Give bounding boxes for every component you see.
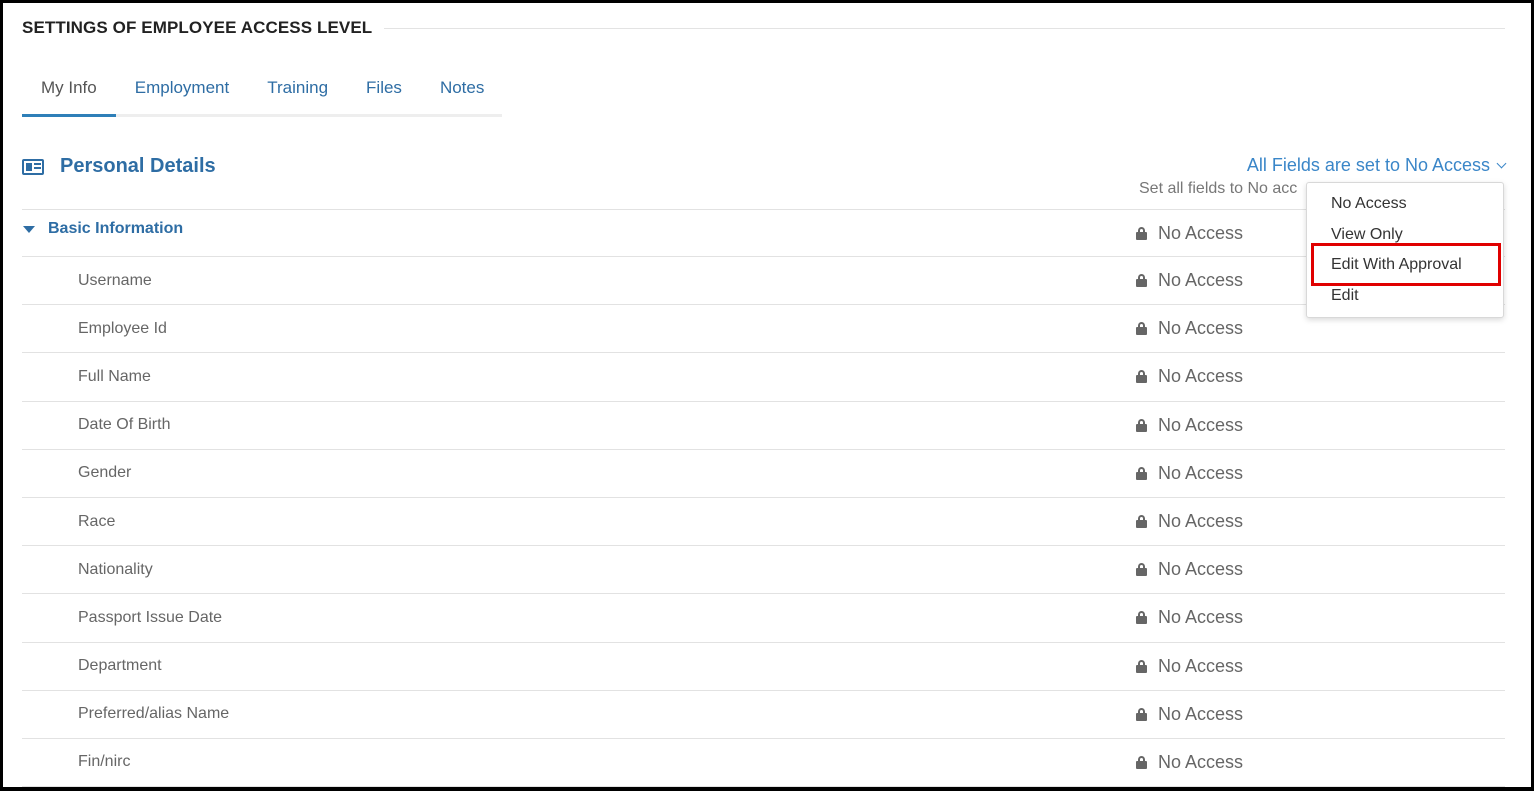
access-value: No Access [1158, 462, 1244, 483]
field-label: Date Of Birth [78, 416, 171, 434]
access-selector[interactable]: No Access [1136, 546, 1243, 593]
lock-icon [1136, 274, 1147, 288]
tab-bar: My Info Employment Training Files Notes [22, 66, 502, 117]
field-label: Passport Issue Date [78, 608, 223, 626]
access-value: No Access [1158, 607, 1244, 628]
field-label: Gender [78, 464, 132, 482]
table-row: Fin/nirc No Access [22, 739, 1505, 788]
tab-files[interactable]: Files [347, 66, 421, 114]
access-selector[interactable]: No Access [1136, 402, 1243, 449]
access-selector[interactable]: No Access [1136, 498, 1243, 545]
access-value: No Access [1158, 751, 1244, 772]
field-label: Nationality [78, 560, 153, 578]
menu-item-edit[interactable]: Edit [1331, 287, 1359, 305]
field-label: Employee Id [78, 319, 167, 337]
personal-details-title: Personal Details [60, 155, 216, 177]
access-selector[interactable]: No Access [1136, 691, 1243, 738]
access-level-menu: No Access View Only Edit With Approval E… [1306, 182, 1504, 318]
table-row: Full Name No Access [22, 353, 1505, 402]
access-value: No Access [1158, 655, 1244, 676]
field-label: Preferred/alias Name [78, 705, 230, 723]
table-row: Race No Access [22, 498, 1505, 547]
table-row: Username No Access [22, 257, 1505, 306]
field-label: Department [78, 657, 162, 675]
id-card-icon [22, 158, 44, 175]
lock-icon [1136, 515, 1147, 529]
access-selector[interactable]: No Access [1136, 739, 1243, 786]
bulk-access-label: All Fields are set to No Access [1246, 155, 1490, 175]
access-selector[interactable]: No Access [1136, 257, 1243, 304]
lock-icon [1136, 322, 1147, 336]
field-label: Race [78, 512, 116, 530]
lock-icon [1136, 659, 1147, 673]
table-row: Gender No Access [22, 450, 1505, 498]
access-value: No Access [1158, 703, 1244, 724]
bulk-access-dropdown-toggle[interactable]: All Fields are set to No Access [1246, 155, 1507, 176]
menu-item-edit-with-approval[interactable]: Edit With Approval [1331, 256, 1462, 274]
field-label: Username [78, 271, 152, 289]
basic-information-toggle[interactable]: Basic Information [22, 210, 183, 248]
access-value: No Access [1158, 318, 1244, 339]
table-row: Department No Access [22, 643, 1505, 691]
access-table: Basic Information No Access Username No … [22, 209, 1505, 788]
access-selector[interactable]: No Access [1136, 450, 1243, 497]
table-row: Date Of Birth No Access [22, 402, 1505, 450]
lock-icon [1136, 370, 1147, 384]
bulk-access-hint: Set all fields to No acc [1139, 180, 1298, 197]
chevron-down-icon [1496, 158, 1507, 168]
tab-training[interactable]: Training [248, 66, 347, 114]
access-selector[interactable]: No Access [1136, 353, 1243, 400]
lock-icon [1136, 226, 1147, 240]
section-header: SETTINGS OF EMPLOYEE ACCESS LEVEL [22, 14, 1505, 42]
access-value: No Access [1158, 511, 1244, 532]
table-row: Nationality No Access [22, 546, 1505, 595]
lock-icon [1136, 611, 1147, 625]
access-value: No Access [1158, 414, 1244, 435]
access-value: No Access [1158, 270, 1244, 291]
table-row: Passport Issue Date No Access [22, 594, 1505, 643]
tab-my-info[interactable]: My Info [22, 66, 116, 117]
menu-item-no-access[interactable]: No Access [1331, 195, 1407, 213]
lock-icon [1136, 466, 1147, 480]
field-label: Full Name [78, 367, 151, 385]
lock-icon [1136, 755, 1147, 769]
section-divider [384, 27, 1505, 29]
lock-icon [1136, 418, 1147, 432]
personal-details-header: Personal Details [22, 155, 216, 178]
caret-down-icon [23, 225, 35, 233]
access-value: No Access [1158, 559, 1244, 580]
table-row: Preferred/alias Name No Access [22, 691, 1505, 739]
table-row: Employee Id No Access [22, 305, 1505, 354]
group-label: Basic Information [48, 220, 184, 237]
access-selector[interactable]: No Access [1136, 594, 1243, 641]
access-selector[interactable]: No Access [1136, 305, 1243, 352]
access-value: No Access [1158, 222, 1244, 243]
access-selector[interactable]: No Access [1136, 643, 1243, 690]
tab-notes[interactable]: Notes [421, 66, 503, 114]
lock-icon [1136, 707, 1147, 721]
menu-item-view-only[interactable]: View Only [1331, 226, 1403, 244]
field-label: Fin/nirc [78, 753, 131, 771]
tab-employment[interactable]: Employment [116, 66, 248, 114]
lock-icon [1136, 563, 1147, 577]
section-title: SETTINGS OF EMPLOYEE ACCESS LEVEL [22, 18, 373, 37]
group-row: Basic Information No Access [22, 210, 1505, 257]
access-value: No Access [1158, 366, 1244, 387]
access-selector[interactable]: No Access [1136, 210, 1243, 256]
